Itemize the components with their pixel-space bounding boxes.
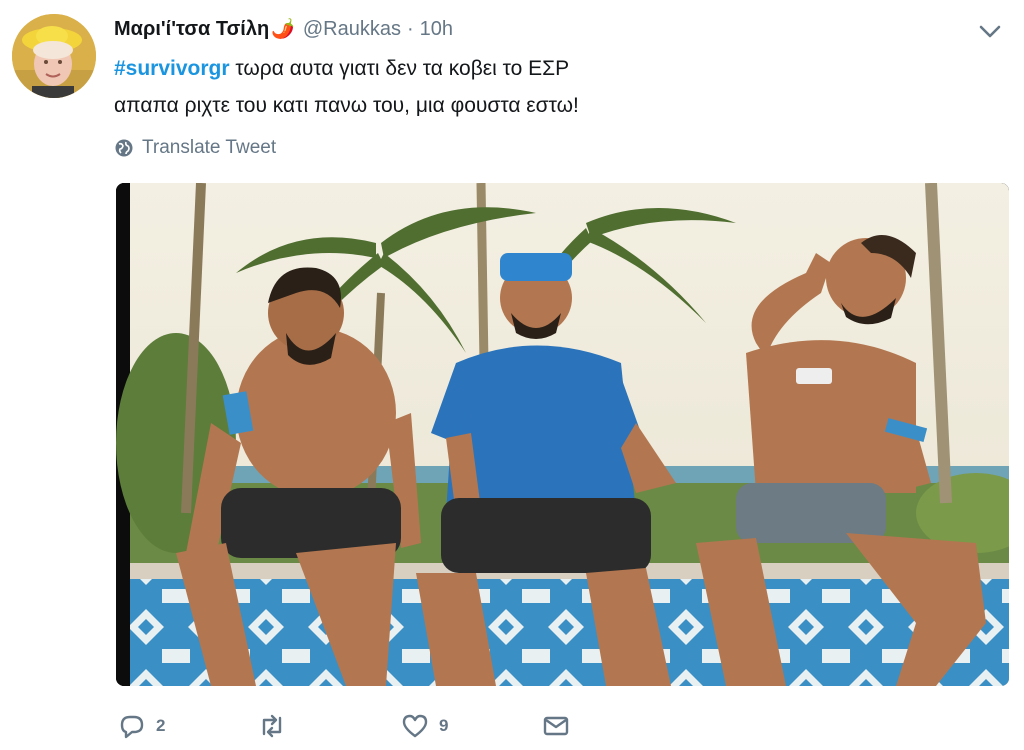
reply-icon [120, 715, 144, 739]
tweet-text-line-1: #survivorgr τωρα αυτα γιατι δεν τα κοβει… [114, 50, 579, 87]
reply-button[interactable]: 2 [118, 712, 166, 740]
reply-count: 2 [156, 716, 166, 735]
beach-photo [116, 183, 1009, 686]
envelope-icon [543, 716, 569, 736]
user-handle[interactable]: @Raukkas [303, 18, 401, 41]
translate-tweet-button[interactable]: Translate Tweet [114, 134, 276, 162]
tweet-text-line-1-rest: τωρα αυτα γιατι δεν τα κοβει το ΕΣΡ [229, 57, 570, 80]
avatar[interactable] [12, 14, 96, 98]
avatar-image [12, 14, 96, 98]
chili-emoji: 🌶️ [271, 19, 295, 40]
retweet-icon [262, 714, 282, 738]
translate-label: Translate Tweet [142, 137, 277, 158]
chevron-down-icon [979, 25, 1001, 38]
tweet-media-image[interactable] [116, 183, 1009, 686]
timestamp[interactable]: 10h [420, 18, 453, 41]
like-count: 9 [439, 716, 449, 735]
tweet-header: Μαρι'ί'τσα Τσίλη 🌶️ @Raukkas · 10h [114, 14, 453, 44]
globe-icon [115, 139, 133, 157]
like-button[interactable]: 9 [401, 712, 449, 740]
hashtag-link[interactable]: #survivorgr [114, 57, 230, 80]
more-options-button[interactable] [978, 22, 1002, 40]
heart-icon [402, 714, 428, 738]
retweet-button[interactable] [258, 712, 306, 740]
tweet-text-line-2: απαπα ριχτε του κατι πανω του, μια φουστ… [114, 94, 579, 117]
display-name[interactable]: Μαρι'ί'τσα Τσίλη [114, 18, 269, 41]
tweet-text: #survivorgr τωρα αυτα γιατι δεν τα κοβει… [114, 50, 579, 124]
separator-dot: · [406, 17, 414, 40]
direct-message-button[interactable] [542, 712, 570, 740]
